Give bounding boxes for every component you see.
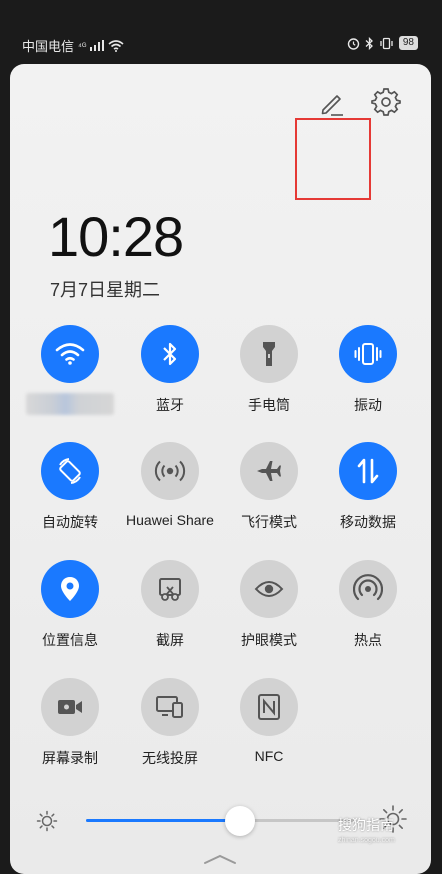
tile-huawei-share-button[interactable] bbox=[141, 442, 199, 500]
tile-bluetooth-label: 蓝牙 bbox=[156, 397, 184, 413]
tile-nfc-button[interactable] bbox=[240, 678, 298, 736]
tile-wifi-button[interactable] bbox=[41, 325, 99, 383]
nfc-icon bbox=[258, 694, 280, 720]
tile-screen-record-label: 屏幕录制 bbox=[42, 750, 98, 766]
brightness-slider-fill bbox=[86, 819, 240, 822]
gear-icon bbox=[371, 88, 401, 116]
tile-airplane[interactable]: 飞行模式 bbox=[219, 442, 319, 552]
wireless-projection-icon bbox=[156, 696, 183, 718]
flashlight-icon bbox=[263, 342, 275, 366]
brightness-slider-track[interactable] bbox=[86, 819, 356, 822]
tile-hotspot-button[interactable] bbox=[339, 560, 397, 618]
tile-flashlight-button[interactable] bbox=[240, 325, 298, 383]
tile-screenshot-button[interactable] bbox=[141, 560, 199, 618]
clock-date: 7月7日星期二 bbox=[50, 280, 161, 300]
bluetooth-status-icon bbox=[365, 36, 373, 50]
brightness-slider-thumb[interactable] bbox=[224, 806, 255, 836]
tile-eye-comfort-button[interactable] bbox=[240, 560, 298, 618]
vibrate-icon bbox=[354, 343, 382, 365]
tile-location-label: 位置信息 bbox=[42, 632, 98, 648]
tile-mobile-data[interactable]: 移动数据 bbox=[318, 442, 418, 552]
tile-mobile-data-label: 移动数据 bbox=[340, 514, 396, 530]
tile-airplane-button[interactable] bbox=[240, 442, 298, 500]
eye-comfort-icon bbox=[254, 581, 284, 597]
edit-button[interactable] bbox=[312, 84, 352, 124]
tile-hotspot-label: 热点 bbox=[354, 632, 382, 648]
huawei-share-icon bbox=[154, 460, 186, 482]
signal-icon bbox=[90, 40, 105, 51]
tile-vibrate-label: 振动 bbox=[354, 397, 382, 413]
status-icons: 98 bbox=[347, 36, 418, 50]
collapse-handle[interactable] bbox=[203, 852, 237, 870]
tile-nfc[interactable]: NFC bbox=[219, 678, 319, 788]
tile-nfc-label: NFC bbox=[254, 748, 284, 764]
settings-button[interactable] bbox=[366, 82, 406, 122]
tile-eye-comfort[interactable]: 护眼模式 bbox=[219, 560, 319, 670]
tile-hotspot[interactable]: 热点 bbox=[318, 560, 418, 670]
watermark: 搜狗指南 zhinan.sogou.com bbox=[338, 815, 395, 844]
mobile-data-icon bbox=[357, 458, 379, 484]
battery-indicator: 98 bbox=[398, 36, 418, 50]
tile-screen-record[interactable]: 屏幕录制 bbox=[20, 678, 120, 788]
network-type: ⁴ᴳ bbox=[78, 40, 87, 51]
pencil-icon bbox=[321, 95, 343, 116]
tile-huawei-share-label: Huawei Share bbox=[126, 512, 214, 528]
tile-huawei-share[interactable]: Huawei Share bbox=[120, 442, 220, 552]
chevron-up-icon bbox=[204, 854, 236, 864]
tile-eye-comfort-label: 护眼模式 bbox=[241, 632, 297, 648]
watermark-text: 搜狗指南 bbox=[338, 817, 394, 833]
tile-auto-rotate[interactable]: 自动旋转 bbox=[20, 442, 120, 552]
tile-wifi-label-blurred bbox=[26, 393, 114, 415]
alarm-icon bbox=[347, 37, 360, 50]
tile-screenshot-label: 截屏 bbox=[156, 632, 184, 648]
clock-time: 10:28 bbox=[48, 205, 184, 268]
tile-vibrate[interactable]: 振动 bbox=[318, 325, 418, 435]
quick-settings-panel: 10:28 7月7日星期二 蓝牙 手电筒 振动 自动旋转 Huawei Shar… bbox=[10, 64, 431, 874]
edit-button-highlight bbox=[295, 118, 371, 200]
auto-rotate-icon bbox=[59, 458, 81, 484]
vibrate-status-icon bbox=[380, 37, 393, 49]
tile-auto-rotate-button[interactable] bbox=[41, 442, 99, 500]
tile-vibrate-button[interactable] bbox=[339, 325, 397, 383]
tile-auto-rotate-label: 自动旋转 bbox=[42, 514, 98, 530]
wifi-icon bbox=[55, 343, 85, 365]
tile-wireless-projection-button[interactable] bbox=[141, 678, 199, 736]
location-icon bbox=[61, 577, 79, 601]
watermark-url: zhinan.sogou.com bbox=[338, 837, 395, 844]
carrier-group: 中国电信 ⁴ᴳ bbox=[22, 36, 124, 55]
wifi-status-icon bbox=[108, 39, 124, 52]
tile-bluetooth[interactable]: 蓝牙 bbox=[120, 325, 220, 435]
screen-record-icon bbox=[58, 700, 82, 714]
tile-location[interactable]: 位置信息 bbox=[20, 560, 120, 670]
tile-flashlight[interactable]: 手电筒 bbox=[219, 325, 319, 435]
hotspot-icon bbox=[353, 574, 383, 601]
tile-screen-record-button[interactable] bbox=[41, 678, 99, 736]
bluetooth-icon bbox=[163, 342, 177, 366]
tile-wireless-projection-label: 无线投屏 bbox=[142, 750, 198, 766]
tile-bluetooth-button[interactable] bbox=[141, 325, 199, 383]
status-bar: 中国电信 ⁴ᴳ 98 bbox=[0, 0, 442, 60]
carrier-name: 中国电信 bbox=[22, 39, 75, 54]
screenshot-icon bbox=[159, 578, 181, 601]
brightness-low-icon bbox=[35, 809, 59, 838]
tile-airplane-label: 飞行模式 bbox=[241, 514, 297, 530]
tile-wifi[interactable] bbox=[20, 325, 120, 435]
tile-flashlight-label: 手电筒 bbox=[248, 397, 290, 413]
tile-screenshot[interactable]: 截屏 bbox=[120, 560, 220, 670]
tile-location-button[interactable] bbox=[41, 560, 99, 618]
tile-mobile-data-button[interactable] bbox=[339, 442, 397, 500]
tile-wireless-projection[interactable]: 无线投屏 bbox=[120, 678, 220, 788]
airplane-icon bbox=[257, 461, 281, 481]
